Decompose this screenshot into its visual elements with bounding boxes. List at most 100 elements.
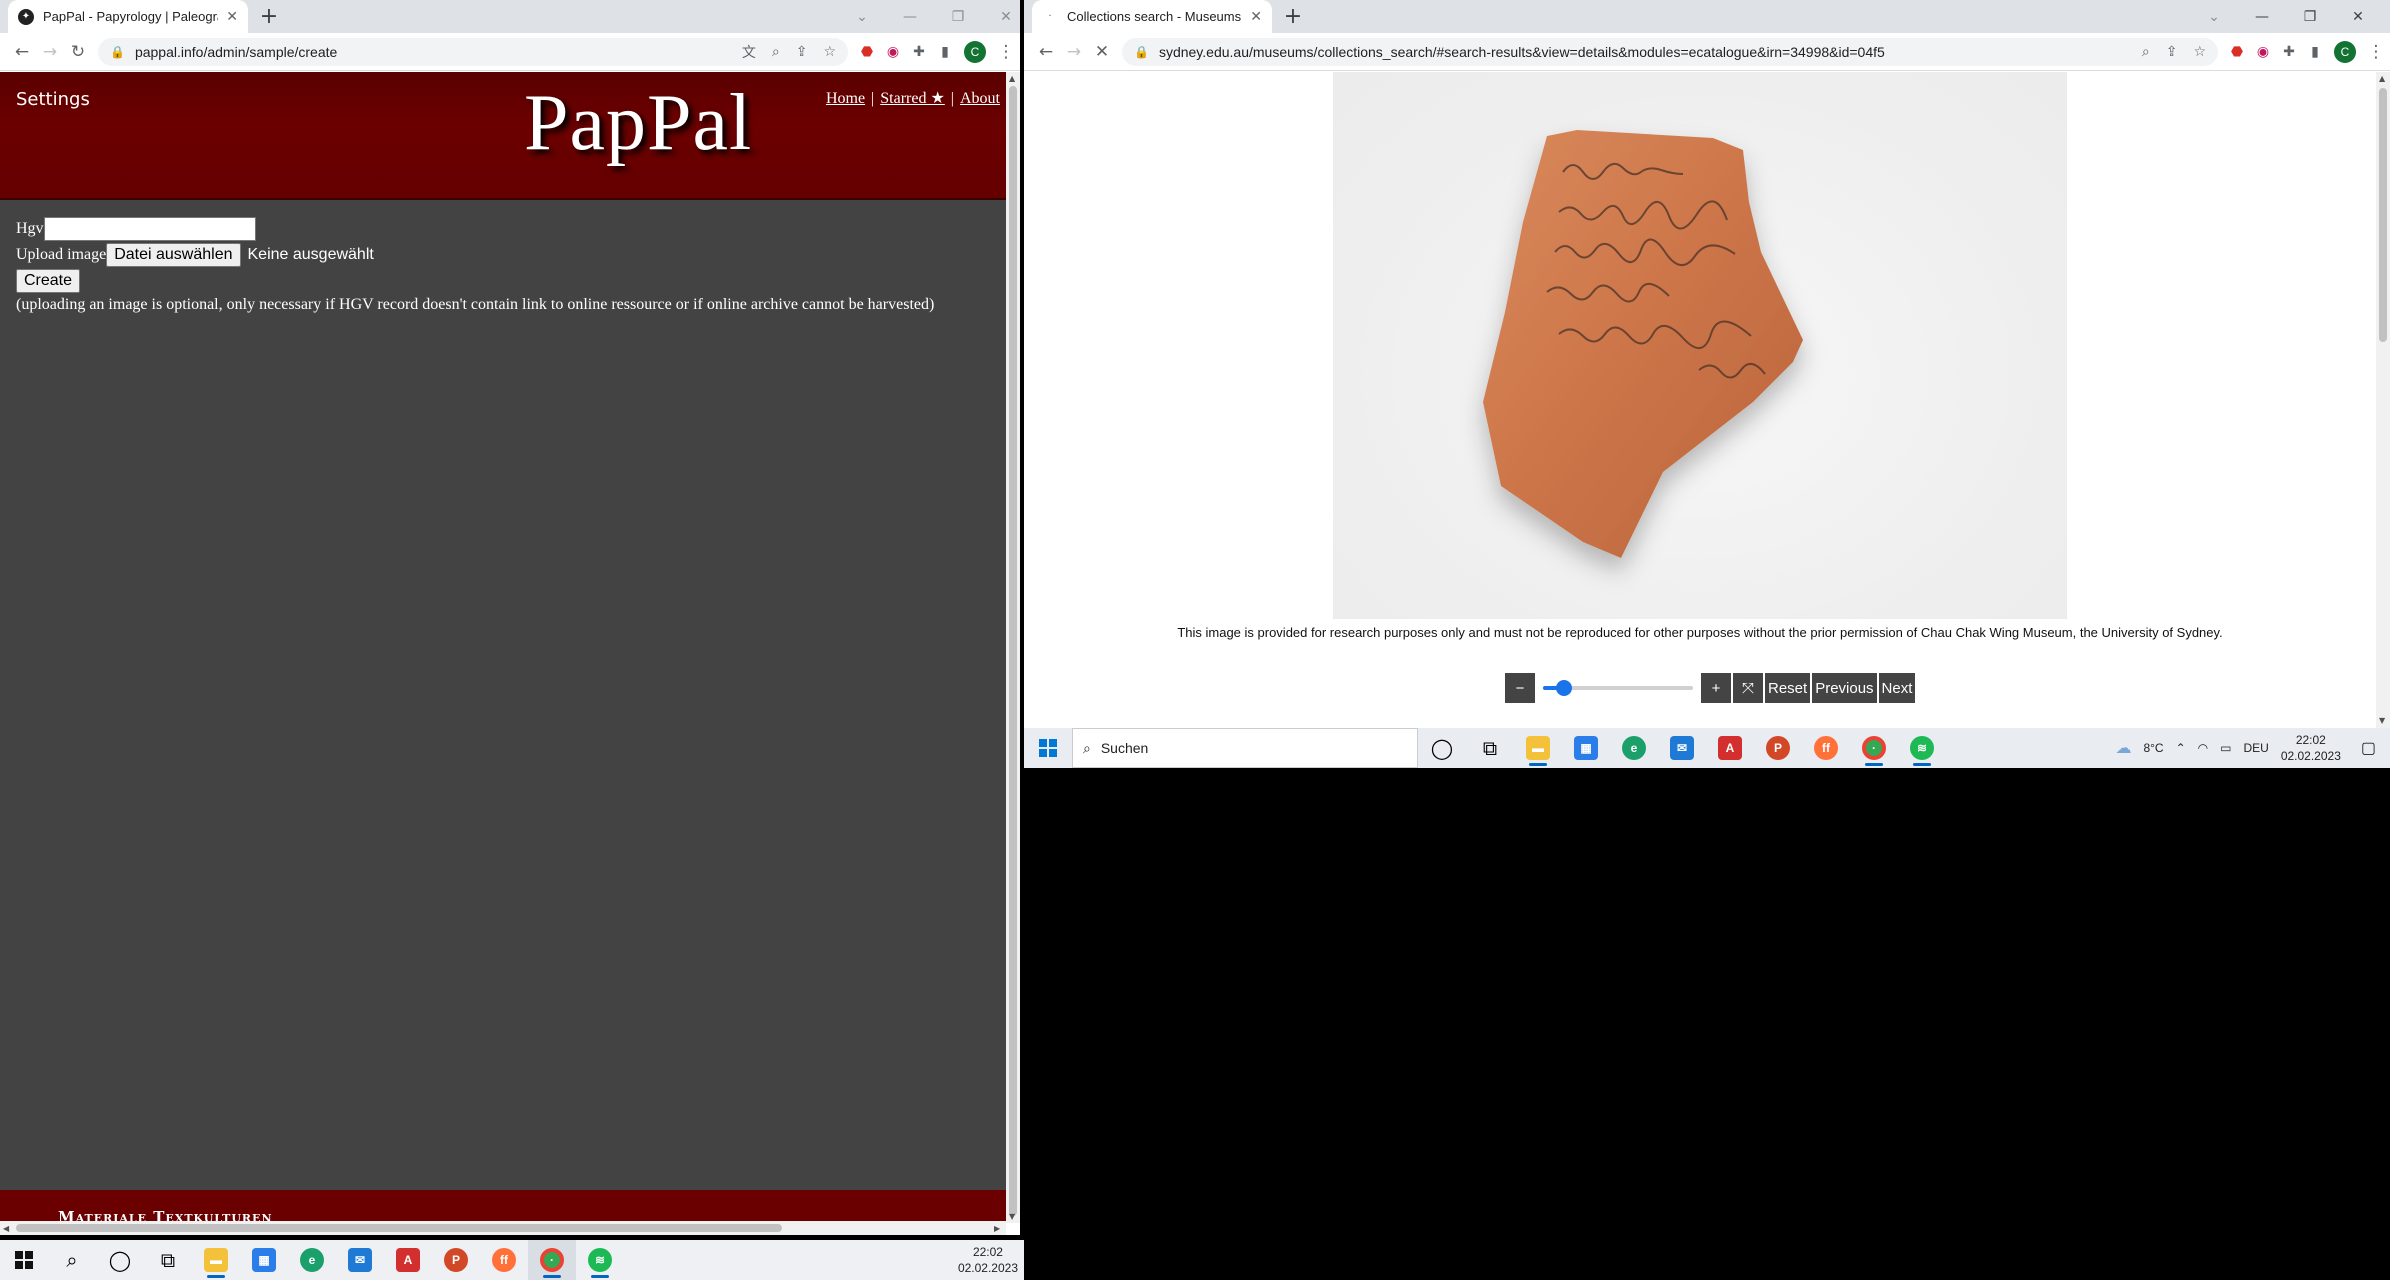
new-tab-button[interactable]: + (1280, 4, 1306, 29)
tab-collections-search[interactable]: · Collections search - Museums - The Uni… (1032, 0, 1272, 33)
back-icon[interactable]: ← (1032, 42, 1060, 62)
start-button[interactable] (1024, 728, 1072, 768)
minimize-icon[interactable]: — (886, 9, 934, 25)
taskbar-search[interactable]: ⌕ Suchen (1072, 728, 1418, 768)
settings-link[interactable]: Settings (16, 89, 90, 110)
file-explorer-icon[interactable]: ▬ (1514, 728, 1562, 768)
mail-icon[interactable]: ✉ (1658, 728, 1706, 768)
task-view-icon[interactable]: ⧉ (1466, 728, 1514, 768)
side-panel-icon[interactable]: ▮ (2302, 44, 2328, 60)
bookmark-star-icon[interactable]: ☆ (823, 44, 836, 60)
close-tab-icon[interactable]: ✕ (1250, 9, 1262, 25)
reset-button[interactable]: Reset (1765, 673, 1811, 703)
zoom-slider-knob[interactable] (1556, 680, 1573, 696)
taskbar-clock[interactable]: 22:02 02.02.2023 (2281, 732, 2341, 764)
language-indicator[interactable]: DEU (2243, 741, 2268, 755)
create-button[interactable]: Create (16, 269, 81, 293)
vertical-scrollbar[interactable]: ▲ ▼ (2376, 72, 2390, 728)
menu-kebab-icon[interactable]: ⋮ (2362, 42, 2390, 62)
spotify-icon[interactable]: ≋ (1898, 728, 1946, 768)
stop-loading-icon[interactable]: ✕ (1088, 42, 1116, 62)
next-button[interactable]: Next (1878, 673, 1916, 703)
cortana-icon[interactable]: ◯ (96, 1240, 144, 1280)
menu-kebab-icon[interactable]: ⋮ (992, 42, 1020, 62)
task-view-icon[interactable]: ⧉ (144, 1240, 192, 1280)
horizontal-scrollbar[interactable]: ◀ ▶ (0, 1221, 1006, 1235)
tab-search-icon[interactable]: ⌄ (838, 9, 886, 25)
edge-icon[interactable]: e (288, 1240, 336, 1280)
forward-icon[interactable]: → (36, 42, 64, 62)
chrome-icon[interactable]: · (1850, 728, 1898, 768)
start-button[interactable] (0, 1240, 48, 1280)
scroll-down-icon[interactable]: ▼ (2379, 716, 2385, 725)
store-icon[interactable]: ▦ (1562, 728, 1610, 768)
close-window-icon[interactable]: ✕ (2334, 9, 2382, 25)
lock-icon[interactable]: 🔒 (1134, 45, 1149, 59)
scroll-right-icon[interactable]: ▶ (994, 1224, 1000, 1233)
scroll-left-icon[interactable]: ◀ (3, 1224, 9, 1233)
scroll-up-icon[interactable]: ▲ (2379, 74, 2385, 83)
hscrollbar-thumb[interactable] (16, 1224, 782, 1232)
bookmark-star-icon[interactable]: ☆ (2193, 44, 2206, 60)
vertical-scrollbar[interactable]: ▲ ▼ (1006, 72, 1020, 1223)
restore-icon[interactable]: ❐ (2286, 9, 2334, 25)
taskbar-clock[interactable]: 22:02 02.02.2023 (958, 1244, 1018, 1276)
extensions-puzzle-icon[interactable]: ✚ (906, 44, 932, 60)
address-bar[interactable]: 🔒 sydney.edu.au/museums/collections_sear… (1122, 37, 2218, 66)
extension-red-icon[interactable]: ⬣ (2224, 44, 2250, 60)
cortana-icon[interactable]: ◯ (1418, 728, 1466, 768)
back-icon[interactable]: ← (8, 42, 36, 62)
zoom-icon[interactable]: ⌕ (772, 44, 780, 60)
scrollbar-thumb[interactable] (1009, 86, 1017, 1216)
scroll-down-icon[interactable]: ▼ (1009, 1212, 1015, 1221)
search-icon[interactable]: ⌕ (48, 1240, 96, 1280)
tray-chevron-icon[interactable]: ⌃ (2176, 741, 2186, 755)
fullscreen-button[interactable]: ⤧ (1733, 673, 1763, 703)
extension-pink-icon[interactable]: ◉ (880, 44, 906, 60)
zoom-out-button[interactable]: − (1505, 673, 1535, 703)
spotify-icon[interactable]: ≋ (576, 1240, 624, 1280)
nav-about[interactable]: About (960, 90, 1000, 107)
previous-button[interactable]: Previous (1812, 673, 1877, 703)
acrobat-icon[interactable]: A (1706, 728, 1754, 768)
tab-search-icon[interactable]: ⌄ (2190, 9, 2238, 25)
notifications-icon[interactable]: ▢ (2361, 738, 2376, 758)
weather-icon[interactable]: ☁ (2115, 738, 2131, 758)
weather-temp[interactable]: 8°C (2143, 741, 2163, 755)
network-icon[interactable]: ◠ (2198, 741, 2208, 755)
side-panel-icon[interactable]: ▮ (932, 44, 958, 60)
address-bar[interactable]: 🔒 pappal.info/admin/sample/create 文 ⌕ ⇪ … (98, 37, 848, 66)
new-tab-button[interactable]: + (256, 4, 282, 29)
extension-red-icon[interactable]: ⬣ (854, 44, 880, 60)
battery-icon[interactable]: ▭ (2220, 741, 2231, 755)
scroll-up-icon[interactable]: ▲ (1009, 74, 1015, 83)
hgv-input[interactable] (43, 217, 256, 241)
translate-icon[interactable]: 文 (742, 42, 756, 62)
restore-icon[interactable]: ❐ (934, 9, 982, 25)
nav-starred[interactable]: Starred ★ (880, 90, 945, 107)
file-explorer-icon[interactable]: ▬ (192, 1240, 240, 1280)
powerpoint-icon[interactable]: P (1754, 728, 1802, 768)
zoom-slider[interactable] (1543, 673, 1693, 703)
chrome-icon[interactable]: · (528, 1240, 576, 1280)
powerpoint-icon[interactable]: P (432, 1240, 480, 1280)
share-icon[interactable]: ⇪ (2166, 44, 2178, 60)
object-image-viewer[interactable] (1333, 72, 2067, 619)
close-tab-icon[interactable]: ✕ (226, 9, 238, 25)
lock-icon[interactable]: 🔒 (110, 45, 125, 59)
tab-pappal[interactable]: ✦ PapPal - Papyrology | Paleograph ✕ (8, 0, 248, 33)
firefox-icon[interactable]: ff (1802, 728, 1850, 768)
profile-avatar[interactable]: C (964, 40, 986, 63)
minimize-icon[interactable]: — (2238, 9, 2286, 25)
close-window-icon[interactable]: ✕ (982, 9, 1020, 25)
extension-pink-icon[interactable]: ◉ (2250, 44, 2276, 60)
extensions-puzzle-icon[interactable]: ✚ (2276, 44, 2302, 60)
store-icon[interactable]: ▦ (240, 1240, 288, 1280)
reload-icon[interactable]: ↻ (64, 42, 92, 62)
nav-home[interactable]: Home (826, 90, 865, 107)
firefox-icon[interactable]: ff (480, 1240, 528, 1280)
profile-avatar[interactable]: C (2334, 40, 2356, 63)
scrollbar-thumb[interactable] (2379, 88, 2387, 342)
acrobat-icon[interactable]: A (384, 1240, 432, 1280)
forward-icon[interactable]: → (1060, 42, 1088, 62)
